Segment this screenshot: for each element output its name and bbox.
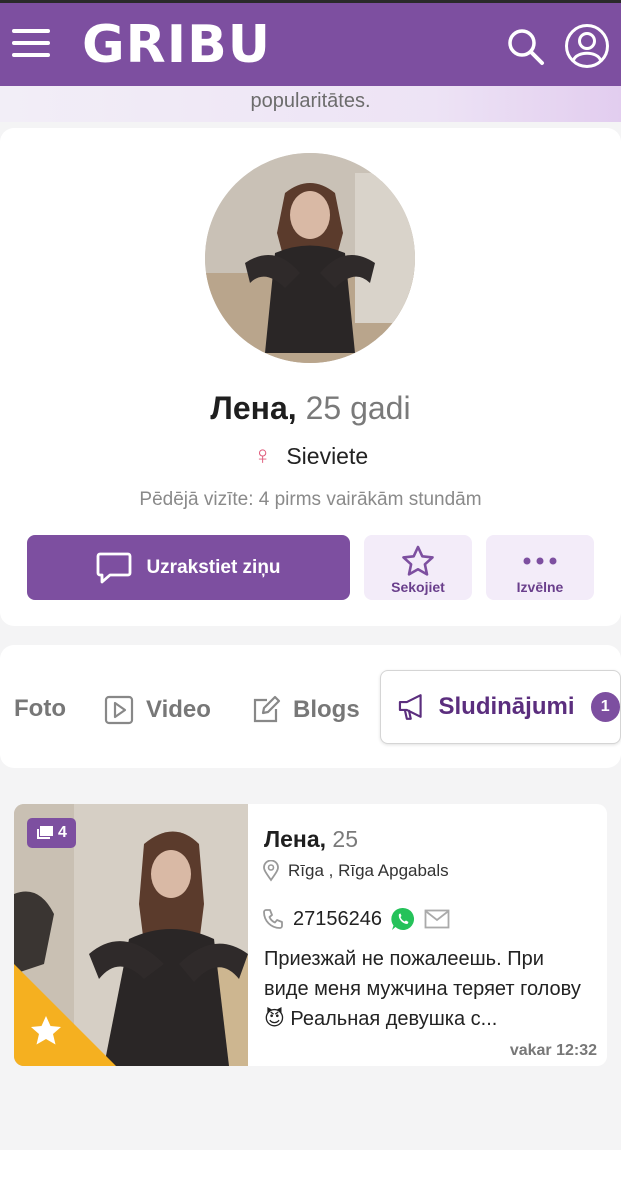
profile-name-line: Лена, 25 gadi [0,390,621,427]
profile-gender: ♀ Sieviete [0,440,621,471]
profile-name: Лена, [210,390,297,426]
search-icon[interactable] [506,27,546,67]
chat-bubble-icon [97,552,132,583]
tab-blogs[interactable]: Blogs [251,695,360,725]
video-play-icon [104,695,134,725]
list-item[interactable]: 4 Лена, 25 Rīga , Rīga Apgabals 27156246 [14,804,607,1066]
footer-strip [0,1150,621,1200]
whatsapp-icon[interactable] [390,906,416,932]
photo-count-badge: 4 [27,818,76,848]
write-message-label: Uzrakstiet ziņu [146,556,281,578]
tab-label: Blogs [293,696,360,723]
location-pin-icon [263,860,279,882]
phone-number: 27156246 [293,907,382,930]
megaphone-icon [398,694,422,720]
featured-star-icon [14,964,116,1066]
promo-banner: popularitātes. [0,86,621,122]
follow-label: Sekojiet [391,579,445,595]
top-bar: GRIBU [0,0,621,86]
listing-phone[interactable]: 27156246 [261,906,450,932]
last-visit: Pēdējā vizīte: 4 pirms vairākām stundām [139,489,482,510]
listing-photo[interactable]: 4 [14,804,248,1066]
follow-button[interactable]: Sekojiet [364,535,472,600]
star-outline-icon [402,545,434,576]
gender-label: Sieviete [286,443,369,469]
site-logo[interactable]: GRIBU [82,15,271,75]
hamburger-menu-icon[interactable] [12,29,50,59]
envelope-icon[interactable] [424,909,450,929]
female-symbol-icon: ♀ [252,440,273,470]
tab-sludinajumi[interactable]: Sludinājumi 1 [380,670,621,744]
tab-video[interactable]: Video [104,695,211,725]
banner-text: popularitātes. [250,90,371,112]
ads-count-badge: 1 [590,692,620,722]
tab-label: Video [146,696,211,723]
menu-button[interactable]: Izvēlne [486,535,594,600]
tab-foto[interactable]: Foto [0,695,66,723]
menu-label: Izvēlne [516,579,564,595]
photo-count: 4 [58,824,67,841]
profile-tabs: Foto Video Blogs Sludinājumi 1 [0,645,621,768]
tab-label: Sludinājumi [438,693,575,720]
listing-age: 25 [332,826,358,852]
listing-time: vakar 12:32 [509,1042,597,1059]
gallery-icon [37,825,54,839]
profile-card: Лена, 25 gadi ♀ Sieviete Pēdējā vizīte: 4… [0,128,621,626]
tab-label: Foto [14,695,66,722]
listing-name-line: Лена, 25 [264,826,358,853]
more-dots-icon [523,557,557,565]
listing-description: Приезжай не пожалеешь. При виде меня муж… [264,948,581,1030]
avatar[interactable] [205,153,415,363]
user-account-icon[interactable] [564,23,610,69]
listings-section: 4 Лена, 25 Rīga , Rīga Apgabals 27156246 [0,770,621,1150]
profile-age: 25 gadi [305,390,411,426]
listing-location: Rīga , Rīga Apgabals [262,860,449,882]
write-message-button[interactable]: Uzrakstiet ziņu [27,535,350,600]
listing-name: Лена, [264,826,327,852]
edit-pencil-icon [253,695,281,723]
location-text: Rīga , Rīga Apgabals [288,861,449,880]
phone-icon [263,909,283,929]
